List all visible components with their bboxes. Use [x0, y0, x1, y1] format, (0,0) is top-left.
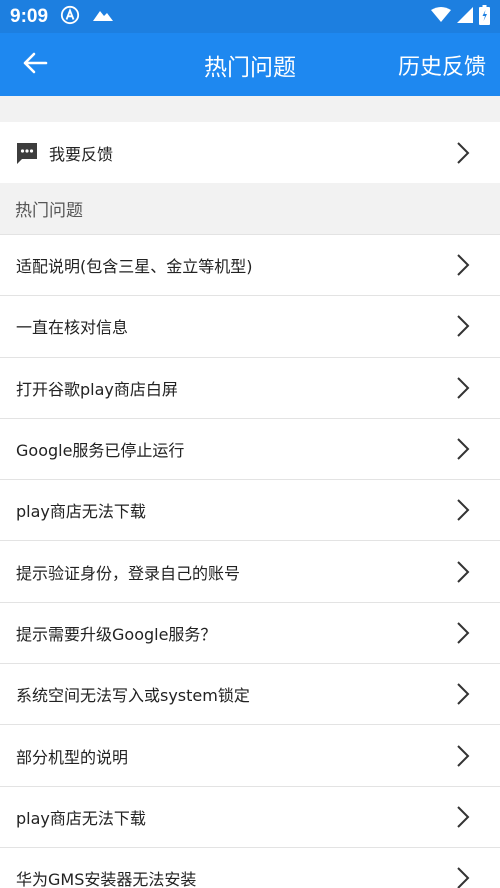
question-label: play商店无法下载	[16, 808, 146, 828]
chevron-right-icon	[457, 683, 470, 705]
wifi-icon	[431, 6, 451, 27]
top-spacer	[0, 96, 500, 122]
back-button[interactable]	[0, 33, 70, 96]
chevron-right-icon	[457, 806, 470, 828]
question-label: 提示验证身份，登录自己的账号	[16, 563, 241, 583]
list-item[interactable]: 系统空间无法写入或system锁定	[0, 663, 500, 725]
question-list: 适配说明(包含三星、金立等机型) 一直在核对信息 打开谷歌play商店白屏 Go…	[0, 234, 500, 888]
signal-icon	[457, 6, 473, 27]
question-label: 一直在核对信息	[16, 318, 129, 338]
status-bar: 9:09	[0, 0, 500, 33]
question-label: 适配说明(包含三星、金立等机型)	[16, 257, 253, 277]
question-label: 系统空间无法写入或system锁定	[16, 686, 250, 706]
list-item[interactable]: 提示需要升级Google服务？	[0, 601, 500, 664]
chevron-right-icon	[457, 315, 470, 338]
list-item[interactable]: 提示验证身份，登录自己的账号	[0, 540, 500, 602]
arrow-left-icon	[22, 52, 48, 78]
battery-icon	[479, 4, 490, 29]
section-header: 热门问题	[0, 183, 500, 234]
list-item[interactable]: 打开谷歌play商店白屏	[0, 356, 500, 418]
list-item[interactable]: 一直在核对信息	[0, 295, 500, 357]
chevron-right-icon	[457, 254, 470, 276]
chevron-right-icon	[457, 560, 470, 583]
question-label: 打开谷歌play商店白屏	[16, 379, 178, 399]
accessibility-icon	[60, 5, 80, 29]
question-label: Google服务已停止运行	[16, 441, 185, 461]
message-icon	[15, 141, 39, 165]
cloud-icon	[92, 7, 114, 26]
list-item[interactable]: 适配说明(包含三星、金立等机型)	[0, 234, 500, 296]
list-item[interactable]: 部分机型的说明	[0, 724, 500, 786]
list-item[interactable]: Google服务已停止运行	[0, 417, 500, 480]
list-item[interactable]: play商店无法下载	[0, 785, 500, 847]
chevron-right-icon	[457, 499, 470, 522]
chevron-right-icon	[457, 744, 470, 767]
feedback-label: 我要反馈	[49, 144, 114, 164]
feedback-row[interactable]: 我要反馈	[0, 122, 500, 183]
status-time: 9:09	[10, 5, 49, 27]
chevron-right-icon	[457, 622, 470, 644]
chevron-right-icon	[457, 438, 470, 460]
list-item[interactable]: 华为GMS安装器无法安装	[0, 846, 500, 888]
question-label: 部分机型的说明	[16, 747, 129, 767]
app-bar: 热门问题 历史反馈	[0, 33, 500, 96]
question-label: play商店无法下载	[16, 502, 146, 522]
question-label: 华为GMS安装器无法安装	[16, 870, 197, 888]
question-label: 提示需要升级Google服务？	[16, 624, 217, 644]
history-feedback-button[interactable]: 历史反馈	[398, 49, 486, 81]
list-item[interactable]: play商店无法下载	[0, 479, 500, 541]
chevron-right-icon	[457, 377, 470, 399]
chevron-right-icon	[457, 867, 470, 888]
chevron-right-icon	[457, 141, 470, 164]
